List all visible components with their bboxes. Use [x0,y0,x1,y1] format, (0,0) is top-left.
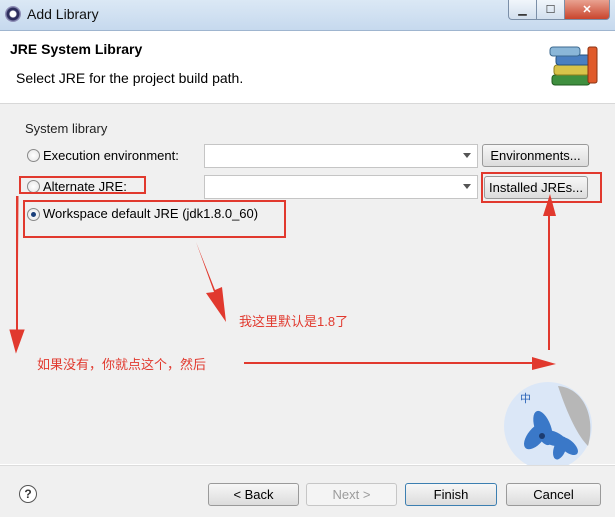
annotation-box-alternate-jre [19,176,146,194]
annotation-note-default: 我这里默认是1.8了 [239,314,349,329]
annotation-box-installed-jres [481,172,602,203]
annotation-note-steps: 如果没有，你就点这个，然后 [37,357,207,372]
execution-environment-radio[interactable] [27,149,40,162]
chevron-down-icon [463,153,471,158]
window-title: Add Library [27,6,99,22]
back-button[interactable]: < Back [208,483,299,506]
chevron-down-icon [463,184,471,189]
annotation-box-workspace-default [23,200,286,238]
finish-button[interactable]: Finish [405,483,497,506]
alternate-jre-combo[interactable] [204,175,478,199]
execution-environment-label: Execution environment: [43,148,179,163]
cancel-button[interactable]: Cancel [506,483,601,506]
execution-environment-combo[interactable] [204,144,478,168]
close-button[interactable]: ✕ [565,0,610,20]
maximize-button[interactable]: ☐ [537,0,565,20]
environments-button[interactable]: Environments... [482,144,589,167]
minimize-button[interactable]: ▁ [508,0,537,20]
page-title: JRE System Library [10,41,143,57]
page-description: Select JRE for the project build path. [16,70,244,86]
help-icon[interactable]: ? [19,485,37,503]
minimize-icon: ▁ [518,4,527,16]
next-button[interactable]: Next > [306,483,397,506]
eclipse-app-icon [5,6,21,22]
badge-text: 中 [520,392,531,405]
window-controls: ▁ ☐ ✕ [508,0,610,20]
title-bar: Add Library ▁ ☐ ✕ [0,0,615,31]
decorative-flower-badge: 中 [504,382,592,468]
library-books-icon [549,46,598,86]
close-icon: ✕ [582,4,592,16]
dialog-header: JRE System Library Select JRE for the pr… [0,31,615,104]
maximize-icon: ☐ [545,4,556,16]
system-library-group-label: System library [25,121,108,136]
